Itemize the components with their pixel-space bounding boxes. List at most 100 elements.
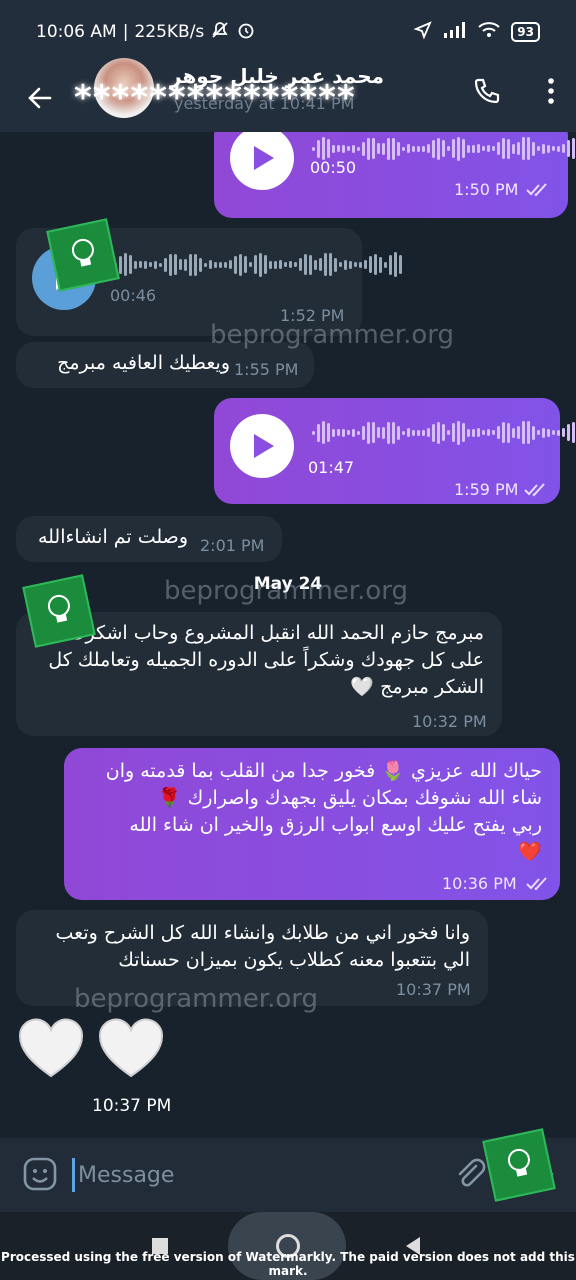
phone-icon — [474, 78, 500, 104]
waveform-bar — [234, 255, 237, 274]
message-time: 10:36 PM — [442, 874, 517, 893]
waveform-bar — [337, 145, 340, 152]
watermark-logo — [46, 218, 120, 292]
call-button[interactable] — [472, 76, 502, 110]
waveform-bar — [309, 254, 312, 275]
message-line: ❤️ — [518, 841, 542, 863]
more-options-button[interactable] — [546, 77, 556, 109]
waveform-bar — [352, 144, 355, 153]
waveform-bar — [327, 139, 330, 158]
waveform-bar — [507, 422, 510, 443]
waveform-bar — [517, 142, 520, 155]
waveform-bar — [447, 146, 450, 151]
waveform-bar — [284, 262, 287, 267]
waveform-bar — [352, 428, 355, 437]
waveform-bar — [209, 260, 212, 269]
waveform-bar — [522, 137, 525, 160]
waveform-bar — [372, 422, 375, 443]
waveform-bar — [269, 260, 272, 269]
signal-icon — [443, 21, 467, 44]
play-icon — [254, 146, 274, 170]
waveform-bar — [422, 145, 425, 152]
waveform-bar — [394, 252, 397, 277]
message-time: 1:55 PM — [234, 360, 299, 379]
waveform-bar — [224, 261, 227, 268]
outgoing-text-message[interactable]: حياك الله عزيزي 🌷 فخور جدا من القلب بما … — [64, 748, 560, 900]
waveform-bar — [332, 144, 335, 153]
waveform-bar — [204, 262, 207, 267]
waveform-bar — [239, 253, 242, 276]
waveform-bar — [547, 428, 550, 437]
waveform-bar — [229, 260, 232, 269]
waveform-bar — [324, 253, 327, 276]
waveform-bar — [119, 255, 122, 274]
network-speed: 225KB/s — [134, 22, 205, 42]
message-input[interactable] — [78, 1156, 438, 1194]
waveform-bar — [392, 421, 395, 444]
waveform-bar — [134, 260, 137, 269]
waveform-bar — [184, 258, 187, 271]
waveform-bar — [249, 262, 252, 267]
redaction-mask: *************** — [74, 78, 356, 118]
incoming-text-message[interactable]: وصلت تم انشاءالله 2:01 PM — [16, 516, 282, 562]
waveform-bar — [477, 428, 480, 437]
waveform-bar — [492, 430, 495, 435]
message-time: 10:37 PM — [92, 1096, 172, 1116]
waveform-bar — [357, 430, 360, 435]
voice-waveform[interactable] — [312, 420, 576, 445]
waveform-bar — [497, 426, 500, 439]
waveform-bar — [374, 254, 377, 275]
waveform-bar — [432, 423, 435, 442]
waveform-bar — [377, 143, 380, 154]
waveform-bar — [367, 421, 370, 444]
waveform-bar — [329, 253, 332, 276]
back-button[interactable] — [0, 84, 80, 112]
waveform-bar — [542, 427, 545, 438]
message-time: 2:01 PM — [200, 536, 265, 555]
waveform-bar — [199, 257, 202, 272]
outgoing-voice-message[interactable]: 01:47 1:59 PM — [214, 398, 575, 504]
message-line: على كل جهودك وشكراً على الدوره الجميله و… — [48, 649, 484, 671]
waveform-bar — [517, 426, 520, 439]
back-arrow-icon — [28, 87, 52, 109]
message-time: 10:32 PM — [412, 712, 487, 731]
waveform-bar — [402, 430, 405, 435]
mute-icon — [210, 20, 230, 45]
waveform-bar — [537, 146, 540, 151]
waveform-bar — [354, 262, 357, 267]
play-button[interactable] — [230, 132, 294, 190]
waveform-bar — [179, 259, 182, 270]
waveform-bar — [317, 423, 320, 442]
waveform-bar — [557, 429, 560, 436]
waveform-bar — [417, 429, 420, 436]
waveform-bar — [317, 139, 320, 158]
waveform-bar — [447, 430, 450, 435]
waveform-bar — [527, 421, 530, 444]
attach-button[interactable] — [452, 1156, 486, 1194]
clock: 10:06 AM — [36, 22, 117, 42]
voice-duration: 01:47 — [308, 458, 355, 477]
waveform-bar — [382, 142, 385, 155]
emoji-button[interactable] — [22, 1156, 58, 1196]
watermark-text: beprogrammer.org — [164, 576, 409, 606]
waveform-bar — [254, 255, 257, 274]
waveform-bar — [507, 138, 510, 159]
waveform-bar — [359, 261, 362, 268]
waveform-bar — [467, 428, 470, 437]
waveform-bar — [532, 425, 535, 440]
waveform-bar — [322, 421, 325, 444]
message-line: حياك الله عزيزي 🌷 فخور جدا من القلب بما … — [105, 760, 542, 782]
emoji-message[interactable] — [18, 1018, 164, 1080]
play-button[interactable] — [230, 414, 294, 478]
outgoing-voice-message[interactable]: 00:50 1:50 PM — [214, 132, 575, 218]
waveform-bar — [387, 421, 390, 444]
waveform-bar — [462, 139, 465, 158]
waveform-bar — [369, 256, 372, 273]
waveform-bar — [387, 137, 390, 160]
waveform-bar — [512, 143, 515, 154]
message-text: وصلت تم انشاءالله — [37, 526, 188, 548]
voice-waveform[interactable] — [114, 252, 402, 277]
chat-area[interactable]: 00:50 1:50 PM 00:46 1:52 PM ويعطيك العاف… — [0, 132, 576, 1138]
wifi-icon — [477, 21, 501, 44]
waveform-bar — [164, 257, 167, 272]
